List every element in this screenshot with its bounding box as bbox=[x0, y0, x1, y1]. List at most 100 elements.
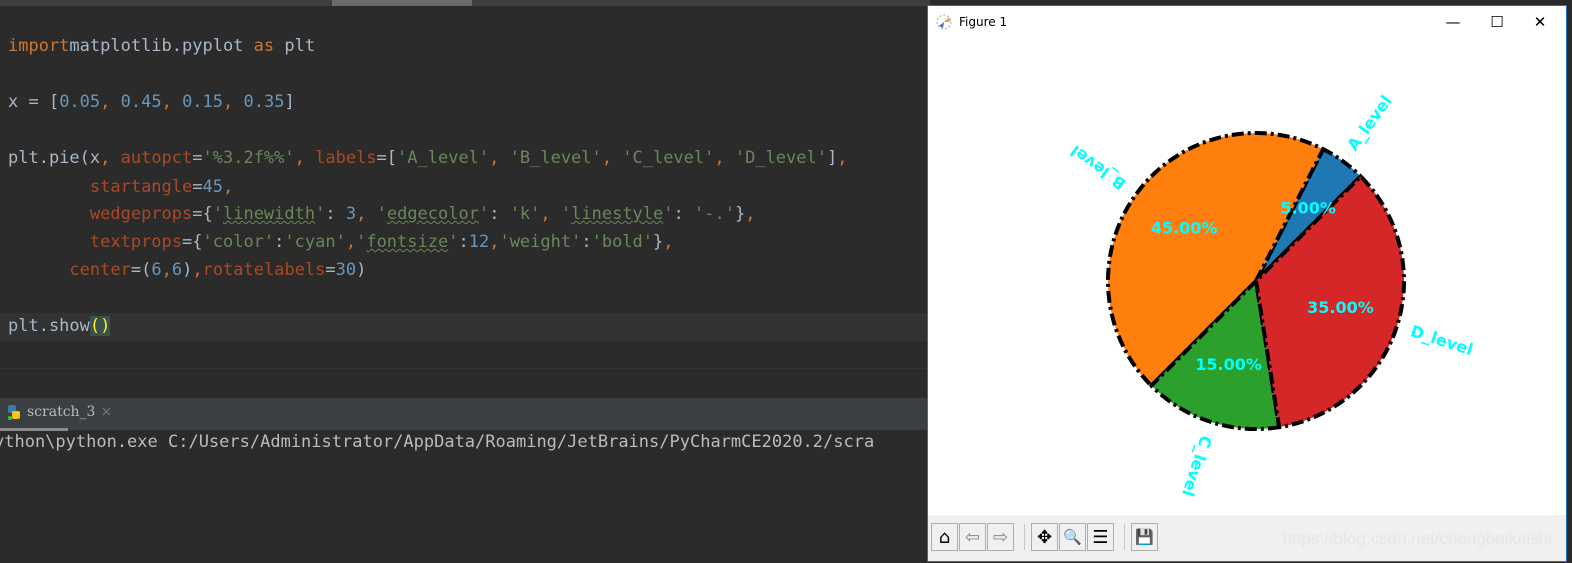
close-button[interactable]: ✕ bbox=[1520, 10, 1560, 34]
forward-arrow-icon: ⇨ bbox=[992, 526, 1009, 548]
code-token: ' bbox=[560, 204, 572, 224]
run-tab[interactable]: scratch_3 × bbox=[6, 404, 112, 420]
code-token: =[ bbox=[376, 148, 398, 168]
run-tab-bar: scratch_3 × bbox=[0, 398, 930, 431]
code-token: : bbox=[325, 204, 346, 224]
code-token: , bbox=[601, 148, 623, 168]
code-token: linestyle bbox=[571, 204, 664, 224]
code-token: ' bbox=[376, 204, 387, 224]
code-token: ' bbox=[356, 232, 367, 252]
code-token: , bbox=[489, 148, 510, 168]
pie-chart: A_level 5.00% B_level 45.00% C_level 15.00% D_… bbox=[1067, 92, 1475, 499]
code-token: linewidth bbox=[222, 204, 316, 224]
wedge-percent-label: 35.00% bbox=[1307, 298, 1374, 317]
editor-separator bbox=[0, 368, 930, 399]
code-token: center bbox=[69, 260, 131, 280]
code-token: '%3.2f%%' bbox=[202, 148, 295, 168]
code-token: plt.pie(x bbox=[8, 148, 101, 168]
code-token: rotatelabels bbox=[202, 260, 326, 280]
code-token: = bbox=[192, 148, 203, 168]
code-token: , bbox=[345, 232, 357, 252]
code-token: =( bbox=[130, 260, 152, 280]
code-token: () bbox=[89, 316, 111, 336]
code-token: ) bbox=[182, 260, 193, 280]
code-token: 'weight' bbox=[499, 232, 582, 252]
back-arrow-icon: ⇦ bbox=[964, 526, 981, 548]
code-line[interactable]: plt.show() bbox=[8, 316, 111, 336]
code-token: wedgeprops bbox=[89, 204, 193, 224]
code-token: , bbox=[161, 92, 183, 112]
code-token: 0.05 bbox=[59, 92, 101, 112]
code-token: matplotlib.pyplot bbox=[69, 36, 254, 56]
code-token: ] bbox=[826, 148, 838, 168]
code-token: : bbox=[489, 204, 510, 224]
window-title: Figure 1 bbox=[959, 15, 1008, 29]
code-token: , bbox=[663, 232, 674, 252]
code-line[interactable]: center=(6,6),rotatelabels=30) bbox=[8, 260, 366, 280]
code-token: , bbox=[837, 148, 848, 168]
code-token: fontsize bbox=[366, 232, 449, 252]
code-token: as bbox=[253, 36, 275, 56]
code-token: } bbox=[653, 232, 664, 252]
code-token: startangle bbox=[89, 177, 193, 197]
code-token: 0.15 bbox=[182, 92, 224, 112]
figure-toolbar: ⌂ ⇦ ⇨ ✥ 🔍 ☰ 💾 https://blog.csdn.net/chon… bbox=[928, 515, 1566, 561]
code-token: 'B_level' bbox=[509, 148, 602, 168]
close-icon[interactable]: × bbox=[100, 404, 112, 420]
code-token: 'bold' bbox=[591, 232, 654, 252]
zoom-button[interactable]: 🔍 bbox=[1059, 523, 1086, 551]
code-token: 'color' bbox=[202, 232, 275, 252]
forward-button[interactable]: ⇨ bbox=[987, 523, 1014, 551]
maximize-button[interactable]: ☐ bbox=[1477, 10, 1517, 34]
code-token: , bbox=[745, 204, 756, 224]
code-token: import bbox=[8, 36, 70, 56]
code-token: : bbox=[673, 204, 694, 224]
pan-icon: ✥ bbox=[1036, 526, 1053, 548]
terminal-output: ython\python.exe C:/Users/Administrator/… bbox=[0, 432, 875, 452]
code-token: autopct bbox=[120, 148, 193, 168]
pan-button[interactable]: ✥ bbox=[1031, 523, 1058, 551]
code-line[interactable]: plt.pie(x, autopct='%3.2f%%', labels=['A… bbox=[8, 148, 847, 168]
code-token: plt bbox=[274, 36, 316, 56]
toolbar-divider bbox=[1124, 524, 1125, 550]
minimize-button[interactable]: — bbox=[1433, 10, 1473, 34]
code-line[interactable]: startangle=45, bbox=[8, 177, 233, 197]
configure-button[interactable]: ☰ bbox=[1087, 523, 1114, 551]
watermark: https://blog.csdn.net/chongbaikaishi bbox=[1282, 529, 1552, 548]
code-line[interactable]: textprops={'color':'cyan','fontsize':12,… bbox=[8, 232, 674, 252]
code-token: , bbox=[192, 260, 203, 280]
code-line[interactable]: importmatplotlib.pyplot as plt bbox=[8, 36, 315, 56]
code-editor[interactable]: importmatplotlib.pyplot as plt x = [0.05,… bbox=[0, 0, 930, 370]
wedge-percent-label: 15.00% bbox=[1195, 355, 1262, 374]
code-token: 0.45 bbox=[120, 92, 162, 112]
code-token: ' bbox=[315, 204, 326, 224]
code-token: ) bbox=[356, 260, 367, 280]
code-token: plt.show bbox=[8, 316, 90, 336]
home-button[interactable]: ⌂ bbox=[931, 523, 958, 551]
code-token: 'cyan' bbox=[284, 232, 346, 252]
code-token: , bbox=[161, 260, 172, 280]
code-line[interactable]: wedgeprops={'linewidth': 3, 'edgecolor':… bbox=[8, 204, 756, 224]
code-token: ' bbox=[212, 204, 223, 224]
save-button[interactable]: 💾 bbox=[1131, 523, 1158, 551]
code-token: 'A_level' bbox=[397, 148, 490, 168]
code-token: x = [ bbox=[8, 92, 60, 112]
code-token: edgecolor bbox=[386, 204, 479, 224]
tab-underline bbox=[0, 428, 68, 431]
back-button[interactable]: ⇦ bbox=[959, 523, 986, 551]
code-token: , bbox=[100, 92, 121, 112]
code-token: } bbox=[734, 204, 746, 224]
code-token: 45 bbox=[202, 177, 223, 197]
code-token: 'C_level' bbox=[622, 148, 715, 168]
code-token: , bbox=[294, 148, 316, 168]
code-token: : bbox=[274, 232, 285, 252]
code-token: 0.35 bbox=[243, 92, 285, 112]
code-token: textprops bbox=[89, 232, 183, 252]
toolbar-divider bbox=[1024, 524, 1025, 550]
current-line-highlight bbox=[0, 313, 930, 341]
matplotlib-logo-icon bbox=[936, 14, 952, 30]
code-line[interactable]: x = [0.05, 0.45, 0.15, 0.35] bbox=[8, 92, 295, 112]
